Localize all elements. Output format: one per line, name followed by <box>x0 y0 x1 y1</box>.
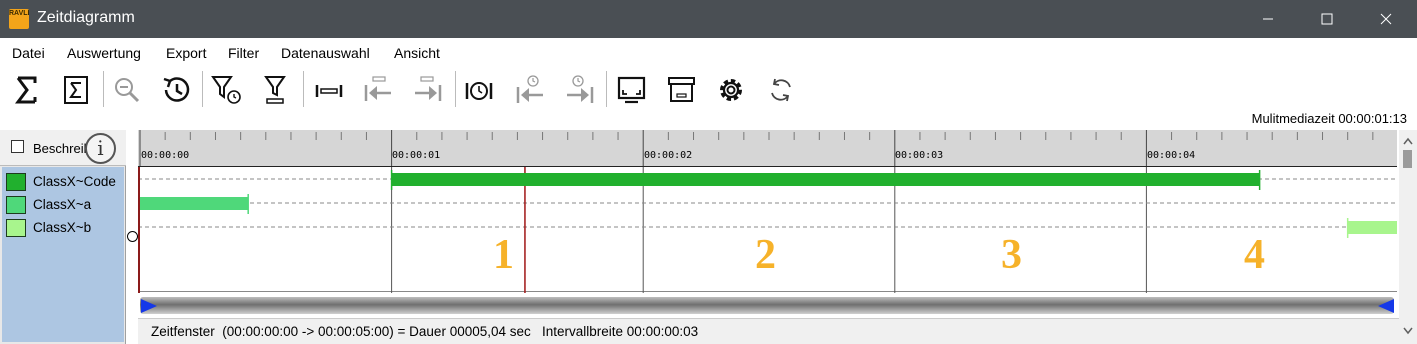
timeline-plot[interactable]: 1 2 3 4 <box>138 166 1397 293</box>
title-bar: RAVLECT Zeitdiagramm <box>0 0 1417 38</box>
range-start-handle[interactable] <box>140 297 160 315</box>
legend-label: ClassX~a <box>33 197 92 212</box>
sum-button[interactable] <box>8 71 44 109</box>
step-right-icon <box>415 76 442 101</box>
history-icon <box>163 77 190 102</box>
ruler-label: 00:00:02 <box>644 150 693 161</box>
archive-icon <box>668 77 695 102</box>
legend-swatch <box>6 219 26 237</box>
screen-button[interactable] <box>613 71 649 109</box>
maximize-icon <box>1321 13 1333 25</box>
clock-step-right-icon <box>567 75 594 103</box>
sum-box-button[interactable] <box>58 71 94 109</box>
legend-label: ClassX~Code <box>33 174 116 189</box>
status-bar: Zeitfenster (00:00:00:00 -> 00:00:05:00)… <box>138 318 1400 344</box>
toolbar-separator <box>606 71 607 107</box>
toolbar-separator <box>103 71 104 107</box>
range-end-handle[interactable] <box>1376 297 1396 315</box>
menu-bar: Datei Auswertung Export Filter Datenausw… <box>0 38 1417 68</box>
settings-button[interactable] <box>713 71 749 109</box>
refresh-icon <box>771 78 791 102</box>
menu-datenauswahl[interactable]: Datenauswahl <box>281 45 370 61</box>
archive-button[interactable] <box>663 71 699 109</box>
toolbar-separator <box>455 71 456 107</box>
menu-export[interactable]: Export <box>166 45 206 61</box>
menu-ansicht[interactable]: Ansicht <box>394 45 440 61</box>
sum-box-icon <box>64 76 88 104</box>
maximize-button[interactable] <box>1304 0 1350 38</box>
vertical-scrollbar[interactable] <box>1399 130 1417 344</box>
menu-filter[interactable]: Filter <box>228 45 259 61</box>
window-title: Zeitdiagramm <box>37 9 135 26</box>
zoom-out-button[interactable] <box>108 71 144 109</box>
refresh-button[interactable] <box>763 71 799 109</box>
menu-auswertung[interactable]: Auswertung <box>67 45 141 61</box>
legend: ClassX~Code ClassX~a ClassX~b <box>2 167 124 342</box>
multimedia-time: Mulitmediazeit 00:00:01:13 <box>1251 111 1407 126</box>
minimize-icon <box>1263 18 1273 20</box>
interval-icon <box>315 85 343 97</box>
clock-step-left-icon <box>516 75 543 103</box>
filter-time-button[interactable] <box>208 71 244 109</box>
screen-icon <box>617 76 646 104</box>
toolbar-separator <box>303 71 304 107</box>
clock-step-left-button[interactable] <box>512 71 548 109</box>
interval-number: 4 <box>1244 232 1265 278</box>
toolbar <box>0 68 1417 112</box>
step-left-icon <box>364 76 391 101</box>
interval-number: 3 <box>1001 232 1022 278</box>
minimize-button[interactable] <box>1245 0 1291 38</box>
clock-step-right-button[interactable] <box>562 71 598 109</box>
gear-icon <box>720 79 742 101</box>
app-logo-icon: RAVLECT <box>9 9 29 29</box>
ruler-label: 00:00:01 <box>392 150 441 161</box>
interval-number: 2 <box>755 232 776 278</box>
range-scrollbar[interactable] <box>140 297 1394 314</box>
time-window-status: Zeitfenster (00:00:00:00 -> 00:00:05:00)… <box>151 324 699 339</box>
description-label: Beschreibung <box>33 141 86 156</box>
filter-bar-icon <box>264 76 286 104</box>
menu-datei[interactable]: Datei <box>12 45 45 61</box>
filter-interval-button[interactable] <box>258 71 294 109</box>
ruler-label: 00:00:04 <box>1147 150 1196 161</box>
ruler-label: 00:00:00 <box>141 150 190 161</box>
step-right-button[interactable] <box>410 71 446 109</box>
ruler-ticks <box>139 130 1374 166</box>
time-ruler: 00:00:00 00:00:01 00:00:02 00:00:03 00:0… <box>138 130 1397 166</box>
legend-swatch <box>6 196 26 214</box>
close-icon <box>1380 13 1392 25</box>
series-panel: Beschreibung i ClassX~Code ClassX~a Clas… <box>0 130 126 344</box>
zoom-out-icon <box>115 78 140 103</box>
vertical-scroll-thumb[interactable] <box>1403 150 1412 168</box>
description-row: Beschreibung i <box>0 130 126 166</box>
close-button[interactable] <box>1363 0 1409 38</box>
interval-button[interactable] <box>310 71 346 109</box>
series-bar <box>140 197 249 210</box>
interval-number: 1 <box>493 232 514 278</box>
series-bar <box>1347 221 1397 234</box>
toolbar-separator <box>202 71 203 107</box>
series-bar <box>391 173 1260 186</box>
filter-clock-icon <box>211 76 241 104</box>
clock-interval-icon <box>465 82 493 100</box>
history-button[interactable] <box>158 71 194 109</box>
legend-swatch <box>6 173 26 191</box>
scroll-up-icon[interactable] <box>1399 134 1417 148</box>
row-marker[interactable] <box>127 231 138 242</box>
description-checkbox[interactable] <box>11 140 24 153</box>
ruler-label: 00:00:03 <box>895 150 944 161</box>
info-icon[interactable]: i <box>85 133 116 164</box>
scroll-down-icon[interactable] <box>1399 324 1417 338</box>
clock-interval-button[interactable] <box>461 71 497 109</box>
legend-label: ClassX~b <box>33 220 92 235</box>
step-left-button[interactable] <box>360 71 396 109</box>
sum-icon <box>15 76 37 104</box>
